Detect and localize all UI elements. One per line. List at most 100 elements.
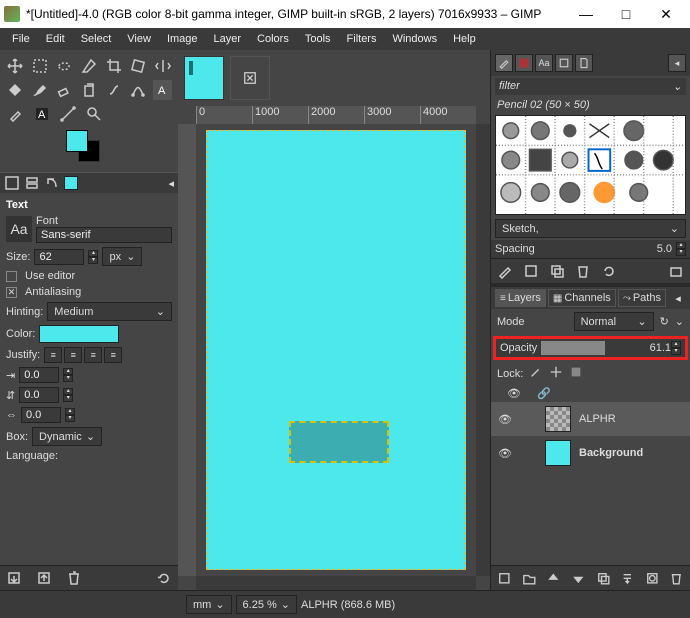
justify-center-button[interactable]: ≡ — [84, 347, 102, 363]
text-tool-2[interactable]: A — [32, 104, 52, 124]
delete-options-icon[interactable] — [66, 570, 82, 586]
use-editor-checkbox[interactable] — [6, 271, 17, 282]
paths-tab[interactable]: ⤳ Paths — [618, 289, 666, 307]
mode-menu-icon[interactable] — [675, 315, 684, 328]
menu-help[interactable]: Help — [445, 30, 484, 48]
fonts-tab[interactable]: Aa — [535, 54, 553, 72]
merge-layer-icon[interactable] — [620, 570, 635, 586]
tab-images[interactable] — [64, 176, 78, 190]
tab-device[interactable] — [24, 175, 40, 191]
channels-tab[interactable]: ▦ Channels — [548, 289, 616, 307]
flip-tool[interactable] — [153, 56, 172, 76]
maximize-button[interactable]: □ — [606, 0, 646, 28]
lock-position-icon[interactable] — [549, 365, 563, 382]
tab-undo[interactable] — [44, 175, 60, 191]
indent-b-spinner[interactable]: ▴▾ — [63, 388, 73, 402]
tab-menu-icon[interactable]: ◂ — [168, 177, 174, 190]
menu-layer[interactable]: Layer — [206, 30, 250, 48]
new-brush-icon[interactable] — [523, 263, 539, 279]
edit-brush-icon[interactable] — [497, 263, 513, 279]
close-button[interactable]: ✕ — [646, 0, 686, 28]
canvas[interactable] — [206, 130, 466, 570]
delete-brush-icon[interactable] — [575, 263, 591, 279]
lock-alpha-icon[interactable] — [569, 365, 583, 382]
mask-layer-icon[interactable] — [645, 570, 660, 586]
indent-c-spinner[interactable]: ▴▾ — [65, 408, 75, 422]
menu-filters[interactable]: Filters — [339, 30, 385, 48]
rect-select-tool[interactable] — [31, 56, 50, 76]
move-tool[interactable] — [6, 56, 25, 76]
document-tab[interactable] — [575, 54, 593, 72]
opacity-spinner[interactable]: ▴▾ — [671, 341, 681, 355]
canvas-area[interactable] — [196, 124, 476, 576]
font-input[interactable]: Sans-serif — [36, 227, 172, 243]
close-tab-button[interactable] — [230, 56, 270, 100]
new-group-icon[interactable] — [522, 570, 537, 586]
refresh-brush-icon[interactable] — [601, 263, 617, 279]
text-tool[interactable]: A — [153, 80, 172, 100]
layer-name[interactable]: Background — [579, 447, 643, 459]
size-input[interactable]: 62 — [34, 249, 84, 265]
hinting-combo[interactable]: Medium — [47, 302, 172, 321]
fg-color[interactable] — [66, 130, 88, 152]
size-spinner[interactable]: ▴▾ — [88, 250, 98, 264]
scrollbar-vertical[interactable] — [476, 124, 490, 576]
indent-a-spinner[interactable]: ▴▾ — [63, 368, 73, 382]
mode-combo[interactable]: Normal — [574, 312, 654, 331]
tab-tool-options[interactable] — [4, 175, 20, 191]
brush-grid[interactable] — [495, 115, 686, 215]
delete-layer-icon[interactable] — [669, 570, 684, 586]
open-as-image-icon[interactable] — [668, 263, 684, 279]
history-tab[interactable] — [555, 54, 573, 72]
reset-options-icon[interactable] — [156, 570, 172, 586]
spacing-value[interactable]: 5.0 — [657, 243, 672, 255]
indent-a-input[interactable]: 0.0 — [19, 367, 59, 383]
visibility-toggle[interactable]: 👁 — [497, 413, 513, 426]
menu-windows[interactable]: Windows — [384, 30, 445, 48]
fg-bg-colors[interactable] — [66, 130, 106, 164]
brushes-tab[interactable] — [495, 54, 513, 72]
mode-reset-icon[interactable]: ↻ — [660, 315, 669, 328]
duplicate-layer-icon[interactable] — [596, 570, 611, 586]
indent-b-input[interactable]: 0.0 — [19, 387, 59, 403]
smudge-tool[interactable] — [104, 80, 123, 100]
color-picker-tool[interactable] — [6, 104, 26, 124]
scrollbar-horizontal[interactable] — [196, 576, 476, 590]
zoom-tool[interactable] — [84, 104, 104, 124]
image-tab[interactable] — [184, 56, 224, 100]
justify-fill-button[interactable]: ≡ — [104, 347, 122, 363]
menu-tools[interactable]: Tools — [297, 30, 339, 48]
menu-colors[interactable]: Colors — [249, 30, 297, 48]
free-select-tool[interactable] — [55, 56, 74, 76]
duplicate-brush-icon[interactable] — [549, 263, 565, 279]
lower-layer-icon[interactable] — [571, 570, 586, 586]
unit-combo-status[interactable]: mm — [186, 595, 232, 614]
bucket-fill-tool[interactable] — [6, 80, 25, 100]
menu-edit[interactable]: Edit — [38, 30, 73, 48]
panel-menu-icon[interactable]: ◂ — [668, 54, 686, 72]
menu-file[interactable]: File — [4, 30, 38, 48]
brush-filter-input[interactable]: filter — [495, 78, 686, 95]
unit-combo[interactable]: px — [102, 247, 142, 266]
restore-options-icon[interactable] — [36, 570, 52, 586]
eraser-tool[interactable] — [55, 80, 74, 100]
spacing-spinner[interactable]: ▴▾ — [676, 242, 686, 256]
patterns-tab[interactable] — [515, 54, 533, 72]
paintbrush-tool[interactable] — [31, 80, 50, 100]
fuzzy-select-tool[interactable] — [80, 56, 99, 76]
antialiasing-checkbox[interactable]: ✕ — [6, 287, 17, 298]
clone-tool[interactable] — [80, 80, 99, 100]
layers-tab[interactable]: ≡ Layers — [495, 289, 546, 307]
text-color-swatch[interactable] — [39, 325, 119, 343]
justify-left-button[interactable]: ≡ — [44, 347, 62, 363]
justify-right-button[interactable]: ≡ — [64, 347, 82, 363]
zoom-combo[interactable]: 6.25 % — [236, 595, 297, 614]
brush-preset-combo[interactable]: Sketch, — [495, 219, 686, 238]
indent-c-input[interactable]: 0.0 — [21, 407, 61, 423]
rotate-tool[interactable] — [129, 56, 148, 76]
raise-layer-icon[interactable] — [546, 570, 561, 586]
path-tool[interactable] — [129, 80, 148, 100]
new-layer-icon[interactable] — [497, 570, 512, 586]
opacity-slider[interactable]: Opacity 61.1 ▴▾ — [493, 336, 688, 360]
menu-select[interactable]: Select — [73, 30, 120, 48]
